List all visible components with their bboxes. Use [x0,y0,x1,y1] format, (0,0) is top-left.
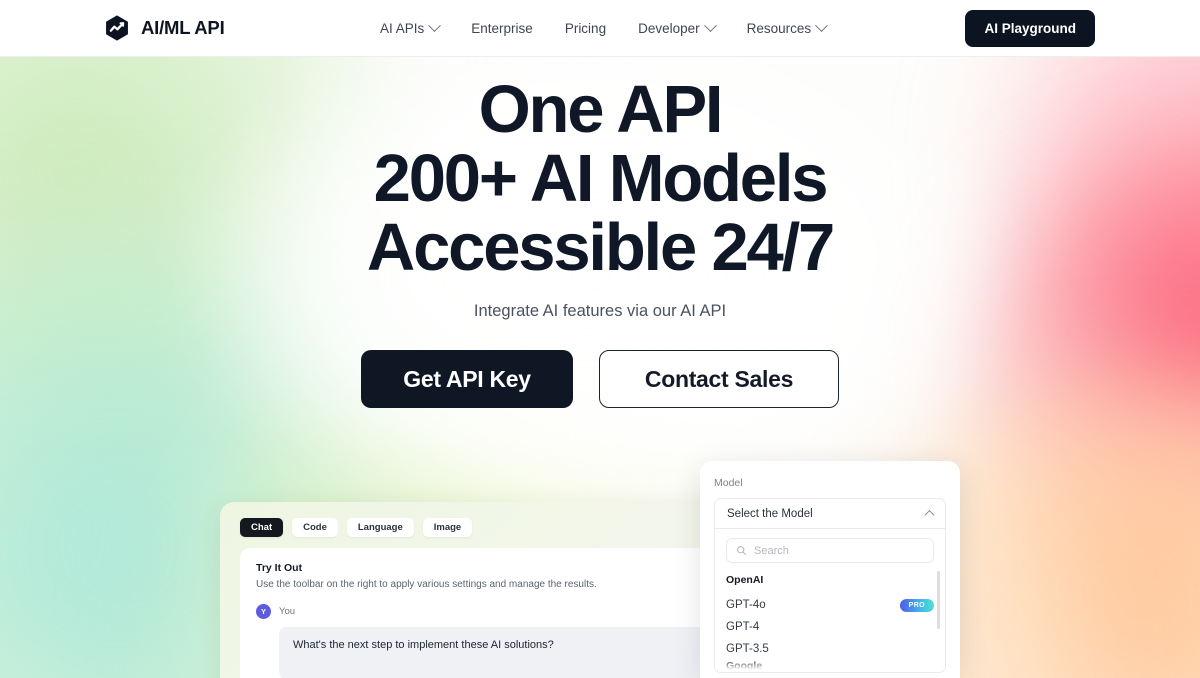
brand-logo[interactable]: AI/ML API [103,14,225,42]
ai-playground-button[interactable]: AI Playground [965,9,1095,47]
search-input[interactable]: Search [726,538,934,563]
tab-code[interactable]: Code [292,518,338,537]
tab-chat[interactable]: Chat [240,518,284,537]
model-select-panel: Model Select the Model Search OpenAI GPT… [700,461,960,678]
nav-item-enterprise[interactable]: Enterprise [471,21,533,36]
nav-label: Developer [638,20,700,36]
model-select-trigger[interactable]: Select the Model [714,498,946,529]
nav-label: Enterprise [471,20,533,36]
model-label: Model [714,477,743,489]
option-gpt-3-5[interactable]: GPT-3.5 [715,638,945,660]
brand-name: AI/ML API [141,17,225,38]
pro-badge: PRO [899,598,934,612]
chevron-down-icon [815,18,829,32]
search-placeholder: Search [754,544,789,557]
tab-language[interactable]: Language [346,518,414,537]
nav-label: Pricing [564,20,607,36]
nav-item-ai-apis[interactable]: AI APIs [380,18,442,36]
landing-page: AI/ML API AI APIs Enterprise Pricing Dev… [0,0,1200,678]
site-header: AI/ML API AI APIs Enterprise Pricing Dev… [0,0,1200,57]
chat-message-author: You [279,606,296,617]
hero-cta-row: Get API Key Contact Sales [0,350,1200,408]
nav-label: AI APIs [380,20,425,36]
option-gpt-4o[interactable]: GPT-4o PRO [715,594,945,616]
option-label: GPT-4 [726,621,760,633]
chevron-down-icon [703,18,717,32]
option-label: GPT-4o [726,599,766,611]
option-gpt-4[interactable]: GPT-4 [715,616,945,638]
option-group-google: Google [726,660,763,672]
model-select-value: Select the Model [727,507,813,520]
contact-sales-button[interactable]: Contact Sales [599,350,839,408]
chevron-up-icon [924,509,935,520]
option-group-openai: OpenAI [726,574,764,586]
hexagon-chart-logo-icon [106,15,128,41]
get-api-key-button[interactable]: Get API Key [361,350,573,408]
nav-item-resources[interactable]: Resources [746,18,829,36]
tab-image[interactable]: Image [422,518,473,537]
search-icon [736,545,747,556]
nav-label: Resources [746,20,812,36]
chevron-down-icon [428,18,442,32]
model-dropdown-scrollbar[interactable] [936,571,940,629]
nav-item-developer[interactable]: Developer [638,18,717,36]
main-nav: AI APIs Enterprise Pricing Developer Res… [380,18,829,36]
model-dropdown-list: Search OpenAI GPT-4o PRO GPT-4 GPT-3.5 G… [714,529,946,673]
avatar: Y [256,604,271,619]
option-label: GPT-3.5 [726,643,769,655]
nav-item-pricing[interactable]: Pricing [565,21,606,36]
